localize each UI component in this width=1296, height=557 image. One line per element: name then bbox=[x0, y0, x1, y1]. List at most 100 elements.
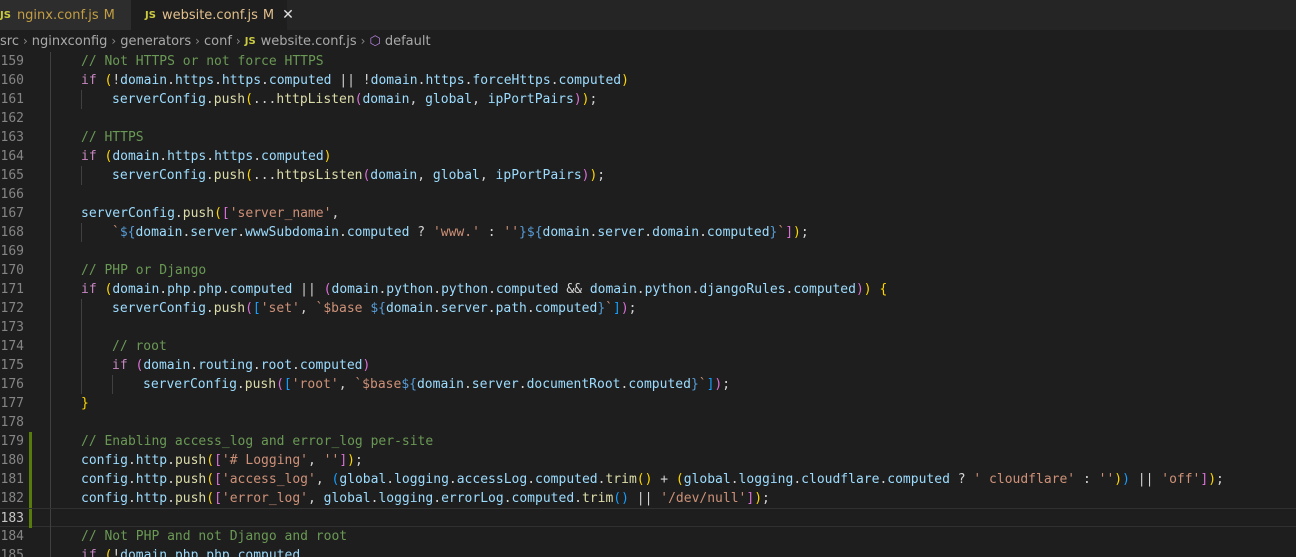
code-line[interactable]: 160 if (!domain.https.https.computed || !… bbox=[0, 71, 1296, 90]
code-token: , bbox=[417, 168, 433, 183]
code-editor[interactable]: 159 // Not HTTPS or not force HTTPS 160 if … bbox=[0, 52, 1296, 557]
code-token: || bbox=[1129, 472, 1162, 487]
code-token: // Not PHP and not Django and root bbox=[81, 529, 348, 544]
code-token: ] bbox=[339, 453, 348, 468]
code-token: server bbox=[440, 301, 488, 316]
code-token: } bbox=[81, 396, 89, 411]
tab-website-conf[interactable]: JS website.conf.js M ✕ bbox=[131, 0, 294, 30]
code-line[interactable]: 180 config.http.push(['# Logging', '']); bbox=[0, 451, 1296, 470]
code-token: . bbox=[167, 491, 175, 506]
code-line[interactable]: 176 serverConfig.push(['root', `$base${do… bbox=[0, 375, 1296, 394]
line-number: 179 bbox=[0, 434, 24, 449]
code-line[interactable]: 173 bbox=[0, 318, 1296, 337]
indent-guide bbox=[81, 90, 82, 109]
gutter-change-marker bbox=[29, 52, 32, 71]
code-token: ; bbox=[722, 377, 731, 392]
code-line[interactable]: 161 serverConfig.push(...httpListen(domai… bbox=[0, 90, 1296, 109]
code-token: python bbox=[386, 282, 434, 297]
gutter-change-marker bbox=[29, 109, 32, 128]
code-token: ` bbox=[698, 377, 707, 392]
code-token: push bbox=[244, 377, 277, 392]
code-token: computed bbox=[511, 491, 575, 506]
code-line[interactable]: 166 bbox=[0, 185, 1296, 204]
code-token: }${ bbox=[519, 225, 543, 240]
code-line[interactable]: 171 if (domain.php.php.computed || (domai… bbox=[0, 280, 1296, 299]
code-line[interactable]: 185 if (!domain.php.php.computed bbox=[0, 546, 1296, 557]
tab-nginx-conf[interactable]: JS nginx.conf.js M bbox=[0, 0, 131, 30]
code-line[interactable]: 181 config.http.push(['access_log', (glob… bbox=[0, 470, 1296, 489]
code-line[interactable]: 179 // Enabling access_log and error_log … bbox=[0, 432, 1296, 451]
code-token: php bbox=[167, 282, 191, 297]
code-token: ${ bbox=[119, 225, 136, 240]
code-text: serverConfig.push(['root', `$base${domai… bbox=[143, 375, 730, 394]
code-token: // Not HTTPS or not force HTTPS bbox=[81, 54, 324, 69]
code-line[interactable]: 172 serverConfig.push(['set', `$base ${do… bbox=[0, 299, 1296, 318]
code-token: ; bbox=[589, 92, 598, 107]
code-line[interactable]: 174 // root bbox=[0, 337, 1296, 356]
indent-guide bbox=[50, 223, 51, 242]
code-token: ( bbox=[323, 282, 332, 297]
code-token: . bbox=[487, 301, 496, 316]
code-line[interactable]: 177} bbox=[0, 394, 1296, 413]
gutter-change-marker bbox=[29, 546, 32, 557]
gutter-change-marker bbox=[29, 394, 32, 413]
code-token: ( bbox=[206, 491, 215, 506]
close-icon[interactable]: ✕ bbox=[282, 7, 294, 23]
code-token: ( bbox=[245, 92, 253, 107]
line-number: 175 bbox=[0, 358, 24, 373]
gutter-change-marker bbox=[29, 356, 32, 375]
code-line[interactable]: 182 config.http.push(['error_log', global… bbox=[0, 489, 1296, 508]
code-token: python bbox=[441, 282, 489, 297]
code-token: http bbox=[135, 491, 168, 506]
code-token: serverConfig bbox=[112, 92, 206, 107]
code-token: . bbox=[463, 377, 472, 392]
line-number: 177 bbox=[0, 396, 24, 411]
code-token: . bbox=[518, 377, 527, 392]
indent-guide bbox=[50, 413, 51, 432]
code-token: domain bbox=[589, 282, 637, 297]
code-line[interactable]: 183 bbox=[0, 508, 1296, 528]
breadcrumb-item-generators[interactable]: generators bbox=[120, 34, 191, 49]
code-token: . bbox=[488, 282, 496, 297]
code-line[interactable]: 168 `${domain.server.wwwSubdomain.compute… bbox=[0, 223, 1296, 242]
code-token: ) bbox=[620, 301, 629, 316]
code-token: . bbox=[236, 377, 245, 392]
code-token: computed bbox=[495, 282, 559, 297]
line-number: 159 bbox=[0, 54, 24, 69]
code-token: http bbox=[135, 453, 168, 468]
breadcrumb-item-file[interactable]: website.conf.js bbox=[261, 34, 357, 49]
code-line[interactable]: 162 bbox=[0, 109, 1296, 128]
code-line[interactable]: 170 // PHP or Django bbox=[0, 261, 1296, 280]
code-line[interactable]: 175 if (domain.routing.root.computed) bbox=[0, 356, 1296, 375]
indent-guide bbox=[81, 356, 82, 375]
code-line[interactable]: 163 // HTTPS bbox=[0, 128, 1296, 147]
indent-guide bbox=[81, 166, 82, 185]
breadcrumb-item-symbol[interactable]: default bbox=[385, 34, 431, 49]
code-line[interactable]: 184 // Not PHP and not Django and root bbox=[0, 527, 1296, 546]
code-token: trim bbox=[581, 491, 614, 506]
code-token: php bbox=[174, 548, 199, 557]
code-token: . bbox=[205, 168, 214, 183]
code-line[interactable]: 169 bbox=[0, 242, 1296, 261]
breadcrumb-item-conf[interactable]: conf bbox=[204, 34, 232, 49]
code-line[interactable]: 178 bbox=[0, 413, 1296, 432]
indent-guide bbox=[50, 375, 51, 394]
breadcrumb-item-src[interactable]: src bbox=[0, 34, 19, 49]
code-line[interactable]: 167 serverConfig.push(['server_name', bbox=[0, 204, 1296, 223]
gutter-change-marker bbox=[29, 375, 32, 394]
gutter-change-marker bbox=[29, 299, 32, 318]
code-token: [ bbox=[221, 206, 230, 221]
code-line[interactable]: 159 // Not HTTPS or not force HTTPS bbox=[0, 52, 1296, 71]
code-token: [ bbox=[252, 301, 261, 316]
code-token: , bbox=[299, 301, 316, 316]
gutter-change-marker bbox=[29, 223, 32, 242]
breadcrumb-item-nginxconfig[interactable]: nginxconfig bbox=[32, 34, 108, 49]
code-token: . bbox=[253, 149, 262, 164]
code-line[interactable]: 165 serverConfig.push(...httpsListen(doma… bbox=[0, 166, 1296, 185]
code-line[interactable]: 164 if (domain.https.https.computed) bbox=[0, 147, 1296, 166]
line-number: 178 bbox=[0, 415, 24, 430]
line-number: 171 bbox=[0, 282, 24, 297]
line-number: 176 bbox=[0, 377, 24, 392]
code-token: domain bbox=[120, 73, 168, 88]
code-token: logging bbox=[738, 472, 794, 487]
